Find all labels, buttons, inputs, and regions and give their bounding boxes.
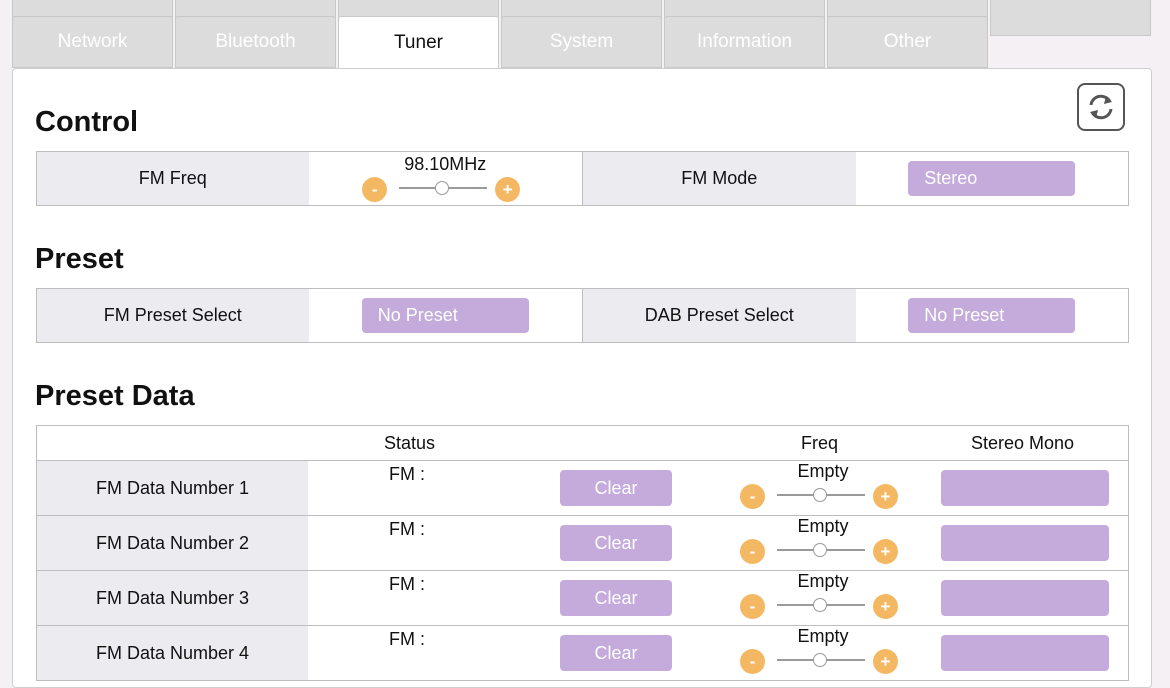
slider-handle[interactable] — [813, 488, 827, 502]
stereo-mono-button[interactable] — [941, 580, 1109, 616]
freq-minus-button[interactable]: - — [740, 539, 765, 564]
preset-status: FM : — [389, 519, 425, 539]
clear-button[interactable]: Clear — [560, 470, 672, 506]
freq-minus-button[interactable]: - — [740, 649, 765, 674]
preset-freq-value: Empty — [797, 516, 849, 536]
tab-bluetooth[interactable]: Bluetooth — [175, 16, 336, 68]
fm-freq-label: FM Freq — [37, 152, 309, 205]
fm-mode-cell: Stereo — [855, 152, 1128, 205]
control-table: FM Freq 98.10MHz - + FM Mode Stereo — [36, 151, 1129, 206]
fm-freq-value: 98.10MHz — [404, 153, 487, 174]
clear-button[interactable]: Clear — [560, 580, 672, 616]
slider-handle[interactable] — [435, 180, 450, 195]
dab-preset-select-button[interactable]: No Preset — [908, 298, 1076, 333]
status-header: Status — [384, 433, 436, 453]
fm-freq-cell: 98.10MHz - + — [308, 150, 582, 208]
clear-button[interactable]: Clear — [560, 525, 672, 561]
fm-preset-cell: No Preset — [308, 289, 582, 342]
stereo-mono-button[interactable] — [941, 525, 1109, 561]
tab-system[interactable]: System — [501, 16, 662, 68]
refresh-icon — [1089, 94, 1113, 120]
fm-freq-minus-button[interactable]: - — [362, 176, 388, 202]
preset-freq-slider[interactable]: Empty - + — [740, 567, 906, 625]
tab-information[interactable]: Information — [664, 16, 825, 68]
preset-name: FM Data Number 4 — [37, 626, 308, 680]
tab-tuner[interactable]: Tuner — [338, 16, 499, 69]
tab-other[interactable]: Other — [827, 16, 988, 68]
fm-mode-label: FM Mode — [582, 152, 856, 205]
preset-status: FM : — [389, 464, 425, 484]
freq-plus-button[interactable]: + — [873, 484, 898, 509]
preset-freq-slider[interactable]: Empty - + — [740, 457, 906, 515]
table-row: FM Data Number 1 FM : Clear Empty - + — [37, 461, 1128, 516]
preset-status: FM : — [389, 574, 425, 594]
dab-preset-cell: No Preset — [855, 289, 1128, 342]
fm-freq-plus-button[interactable]: + — [495, 176, 521, 202]
freq-plus-button[interactable]: + — [873, 594, 898, 619]
tab-upper-7[interactable] — [990, 0, 1151, 36]
freq-header: Freq — [801, 433, 839, 453]
main-tab-row: Network Bluetooth Tuner System Informati… — [12, 16, 990, 69]
preset-name: FM Data Number 3 — [37, 571, 308, 625]
freq-plus-button[interactable]: + — [873, 539, 898, 564]
clear-button[interactable]: Clear — [560, 635, 672, 671]
stereo-mono-button[interactable] — [941, 635, 1109, 671]
table-row: FM Data Number 4 FM : Clear Empty - + — [37, 626, 1128, 681]
refresh-button[interactable] — [1077, 83, 1125, 131]
tab-network[interactable]: Network — [12, 16, 173, 68]
preset-freq-value: Empty — [797, 461, 849, 481]
table-row: FM Data Number 3 FM : Clear Empty - + — [37, 571, 1128, 626]
preset-freq-value: Empty — [797, 571, 849, 591]
slider-handle[interactable] — [813, 653, 827, 667]
preset-data-heading: Preset Data — [35, 380, 195, 412]
table-row: FM Data Number 2 FM : Clear Empty - + — [37, 516, 1128, 571]
stereo-mono-header: Stereo Mono — [971, 433, 1075, 453]
preset-table: FM Preset Select No Preset DAB Preset Se… — [36, 288, 1129, 343]
preset-freq-slider[interactable]: Empty - + — [740, 622, 906, 680]
freq-plus-button[interactable]: + — [873, 649, 898, 674]
preset-status: FM : — [389, 629, 425, 649]
freq-minus-button[interactable]: - — [740, 594, 765, 619]
slider-handle[interactable] — [813, 598, 827, 612]
dab-preset-select-label: DAB Preset Select — [582, 289, 856, 342]
control-heading: Control — [35, 106, 139, 138]
fm-preset-select-button[interactable]: No Preset — [361, 298, 529, 333]
fm-preset-select-label: FM Preset Select — [37, 289, 309, 342]
preset-heading: Preset — [35, 243, 124, 275]
fm-mode-button[interactable]: Stereo — [908, 161, 1076, 196]
preset-name: FM Data Number 2 — [37, 516, 308, 570]
preset-freq-slider[interactable]: Empty - + — [740, 512, 906, 570]
freq-minus-button[interactable]: - — [740, 484, 765, 509]
stereo-mono-button[interactable] — [941, 470, 1109, 506]
preset-name: FM Data Number 1 — [37, 461, 308, 515]
preset-data-table: Status Freq Stereo Mono FM Data Number 1… — [36, 425, 1129, 681]
slider-handle[interactable] — [813, 543, 827, 557]
table-header: Status Freq Stereo Mono — [37, 426, 1128, 461]
fm-freq-slider[interactable]: 98.10MHz - + — [362, 150, 528, 208]
preset-freq-value: Empty — [797, 626, 849, 646]
